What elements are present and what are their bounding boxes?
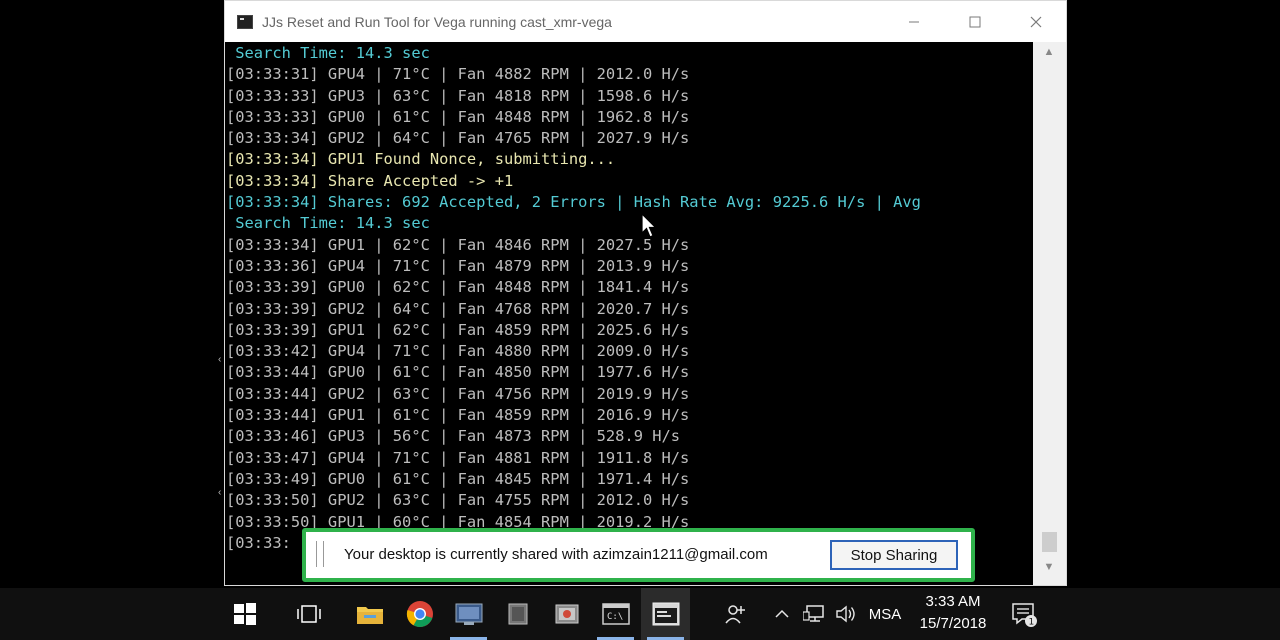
- taskbar: C:\ MSA 3:33 AM 15/7/2018 1: [0, 588, 1280, 640]
- close-button[interactable]: [1005, 1, 1066, 42]
- edge-mark: ‹: [218, 354, 222, 365]
- scroll-thumb[interactable]: [1042, 532, 1057, 552]
- console-line: Search Time: 14.3 sec: [226, 214, 430, 233]
- volume-button[interactable]: [834, 588, 858, 640]
- console-line: [03:33:36] GPU4 | 71°C | Fan 4879 RPM | …: [226, 256, 690, 275]
- stop-sharing-button[interactable]: Stop Sharing: [830, 540, 958, 570]
- console-line: [03:33:44] GPU2 | 63°C | Fan 4756 RPM | …: [226, 384, 690, 403]
- console-window[interactable]: JJs Reset and Run Tool for Vega running …: [224, 0, 1067, 586]
- vertical-scrollbar[interactable]: ▲ ▼: [1033, 42, 1066, 585]
- notification-icon: 1: [1012, 603, 1037, 628]
- scroll-down-arrow-icon[interactable]: ▼: [1041, 559, 1057, 575]
- clock-time: 3:33 AM: [925, 593, 981, 610]
- console-line: [03:33:42] GPU4 | 71°C | Fan 4880 RPM | …: [226, 342, 690, 361]
- console-app-button[interactable]: [641, 588, 690, 640]
- maximize-icon: [969, 16, 980, 27]
- console-line: [03:33:46] GPU3 | 56°C | Fan 4873 RPM | …: [226, 427, 681, 446]
- share-message: Your desktop is currently shared with az…: [344, 546, 768, 563]
- console-line: [03:33:39] GPU0 | 62°C | Fan 4848 RPM | …: [226, 278, 690, 297]
- console-line: [03:33:44] GPU0 | 61°C | Fan 4850 RPM | …: [226, 363, 690, 382]
- network-icon: [803, 605, 824, 622]
- console-line: [03:33:49] GPU0 | 61°C | Fan 4845 RPM | …: [226, 469, 690, 488]
- close-icon: [1030, 16, 1041, 27]
- svg-text:1: 1: [1029, 618, 1035, 628]
- task-view-button[interactable]: [284, 588, 333, 640]
- start-button[interactable]: [220, 588, 269, 640]
- scroll-up-arrow-icon[interactable]: ▲: [1041, 44, 1057, 60]
- file-explorer-button[interactable]: [345, 588, 394, 640]
- maximize-button[interactable]: [944, 1, 1005, 42]
- chrome-button[interactable]: [395, 588, 444, 640]
- console-output[interactable]: Search Time: 14.3 sec [03:33:31] GPU4 | 7…: [225, 42, 1033, 586]
- task-view-icon: [296, 605, 321, 623]
- console-line: [03:33:44] GPU1 | 61°C | Fan 4859 RPM | …: [226, 406, 690, 425]
- clock-date: 15/7/2018: [919, 615, 987, 632]
- console-line: [03:33:34] GPU2 | 64°C | Fan 4765 RPM | …: [226, 129, 690, 148]
- svg-text:C:\: C:\: [607, 612, 623, 622]
- console-line: [03:33:33] GPU3 | 63°C | Fan 4818 RPM | …: [226, 86, 690, 105]
- action-center-button[interactable]: 1: [1008, 588, 1040, 640]
- minimize-button[interactable]: [883, 1, 944, 42]
- console-app-icon: [652, 602, 679, 626]
- input-language: MSA: [868, 605, 902, 623]
- window-title: JJs Reset and Run Tool for Vega running …: [262, 13, 612, 30]
- title-bar[interactable]: JJs Reset and Run Tool for Vega running …: [225, 1, 1066, 42]
- console-app-icon: [237, 14, 253, 29]
- taskbar-clock[interactable]: 3:33 AM 15/7/2018: [902, 588, 1004, 640]
- volume-icon: [836, 605, 855, 623]
- console-line: [03:33:50] GPU2 | 63°C | Fan 4755 RPM | …: [226, 491, 690, 510]
- console-line: [03:33:33] GPU0 | 61°C | Fan 4848 RPM | …: [226, 107, 690, 126]
- start-icon: [233, 603, 256, 625]
- console-line: [03:33:31] GPU4 | 71°C | Fan 4882 RPM | …: [226, 65, 690, 84]
- console-line: [03:33:34] GPU1 | 62°C | Fan 4846 RPM | …: [226, 235, 690, 254]
- console-line: [03:33:34] Share Accepted -> +1: [226, 171, 514, 190]
- people-button[interactable]: [722, 588, 748, 640]
- network-button[interactable]: [802, 588, 826, 640]
- console-line: [03:33:34] GPU1 Found Nonce, submitting.…: [226, 150, 616, 169]
- console-line: [03:33:34] Shares: 692 Accepted, 2 Error…: [226, 193, 921, 212]
- show-hidden-icons-button[interactable]: [772, 588, 792, 640]
- file-explorer-icon: [356, 607, 383, 624]
- console-line: [03:33:39] GPU2 | 64°C | Fan 4768 RPM | …: [226, 299, 690, 318]
- input-language-button[interactable]: MSA: [866, 588, 904, 640]
- edge-mark: ‹: [218, 487, 222, 498]
- screen-share-banner: Your desktop is currently shared with az…: [302, 528, 975, 582]
- command-prompt-icon: C:\: [601, 603, 630, 625]
- app-icon: [455, 603, 482, 625]
- app-button[interactable]: [444, 588, 493, 640]
- mouse-cursor-icon: [641, 213, 657, 238]
- chrome-icon: [406, 601, 433, 628]
- minimize-icon: [908, 21, 919, 22]
- app-icon-3: [555, 604, 578, 624]
- console-line: [03:33:47] GPU4 | 71°C | Fan 4881 RPM | …: [226, 448, 690, 467]
- command-prompt-button[interactable]: C:\: [591, 588, 640, 640]
- chevron-up-icon: [775, 609, 789, 618]
- app-button-2[interactable]: [493, 588, 542, 640]
- people-icon: [725, 605, 745, 624]
- app-icon-2: [508, 603, 527, 625]
- drag-handle-icon[interactable]: [316, 541, 324, 567]
- console-line: Search Time: 14.3 sec: [226, 44, 430, 62]
- app-button-3[interactable]: [542, 588, 591, 640]
- console-line: [03:33:39] GPU1 | 62°C | Fan 4859 RPM | …: [226, 320, 690, 339]
